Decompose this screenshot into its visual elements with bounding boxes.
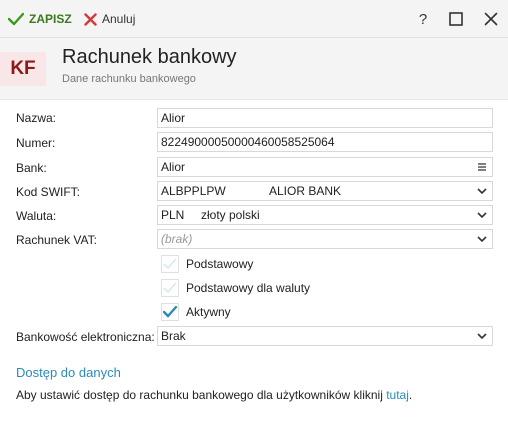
- checkbox-box[interactable]: [161, 255, 179, 273]
- checkmark-icon: [163, 306, 177, 318]
- name-value: Alior: [161, 111, 186, 125]
- list-menu-icon[interactable]: [477, 162, 487, 172]
- close-window-button[interactable]: [481, 9, 501, 29]
- bank-label: Bank:: [16, 161, 47, 175]
- swift-code-value: ALBPPLPW: [161, 184, 226, 198]
- number-label: Numer:: [16, 136, 56, 150]
- page-subtitle: Dane rachunku bankowego: [62, 73, 196, 85]
- currency-code-value: PLN: [161, 208, 185, 222]
- module-badge: KF: [0, 52, 46, 86]
- vat-account-label: Rachunek VAT:: [16, 233, 97, 247]
- page-header: KF Rachunek bankowy Dane rachunku bankow…: [0, 38, 508, 100]
- name-input[interactable]: Alior: [157, 108, 493, 128]
- help-button[interactable]: ?: [413, 9, 433, 29]
- toolbar: ZAPISZ Anuluj ?: [0, 0, 508, 38]
- bank-value: Alior: [161, 160, 186, 174]
- save-button[interactable]: ZAPISZ: [8, 9, 72, 29]
- data-access-description: Aby ustawić dostęp do rachunku bankowego…: [16, 388, 387, 402]
- checkbox-box[interactable]: [161, 303, 179, 321]
- vat-account-placeholder: (brak): [161, 232, 193, 246]
- page-title: Rachunek bankowy: [62, 46, 237, 68]
- bank-input[interactable]: Alior: [157, 157, 493, 177]
- close-icon: [484, 12, 498, 26]
- maximize-button[interactable]: [446, 9, 466, 29]
- data-access-text: Aby ustawić dostęp do rachunku bankowego…: [16, 388, 412, 402]
- checkmark-icon: [8, 12, 24, 26]
- ebanking-select[interactable]: Brak: [157, 326, 493, 346]
- swift-bank-value: ALIOR BANK: [269, 184, 342, 198]
- help-label: ?: [418, 10, 428, 28]
- checkbox-primary[interactable]: Podstawowy: [161, 255, 253, 273]
- checkmark-icon: [163, 282, 177, 294]
- close-x-icon: [84, 12, 97, 26]
- vat-account-select[interactable]: (brak): [157, 229, 493, 249]
- checkmark-icon: [163, 258, 177, 270]
- data-access-link[interactable]: tutaj: [386, 388, 409, 402]
- name-label: Nazwa:: [16, 111, 57, 125]
- ebanking-value: Brak: [161, 329, 186, 343]
- currency-name-value: złoty polski: [201, 208, 260, 222]
- checkbox-box[interactable]: [161, 279, 179, 297]
- checkbox-primary-for-currency[interactable]: Podstawowy dla waluty: [161, 279, 310, 297]
- checkbox-label: Aktywny: [186, 305, 231, 319]
- checkbox-label: Podstawowy dla waluty: [186, 281, 311, 295]
- checkbox-label: Podstawowy: [186, 257, 254, 271]
- data-access-heading[interactable]: Dostęp do danych: [16, 365, 121, 380]
- currency-select[interactable]: PLN złoty polski: [157, 205, 493, 225]
- chevron-down-icon: [477, 333, 487, 340]
- ebanking-label: Bankowość elektroniczna:: [16, 330, 155, 344]
- chevron-down-icon: [477, 188, 487, 195]
- maximize-icon: [449, 12, 463, 26]
- cancel-label: Anuluj: [102, 12, 136, 26]
- chevron-down-icon: [477, 212, 487, 219]
- data-access-suffix: .: [408, 388, 413, 402]
- number-value: 82249000050000460058525064: [161, 135, 335, 149]
- swift-select[interactable]: ALBPPLPW ALIOR BANK: [157, 181, 493, 201]
- chevron-down-icon: [477, 236, 487, 243]
- number-input[interactable]: 82249000050000460058525064: [157, 132, 493, 152]
- cancel-button[interactable]: Anuluj: [84, 9, 135, 29]
- currency-label: Waluta:: [16, 209, 57, 223]
- save-label: ZAPISZ: [29, 12, 72, 26]
- swift-label: Kod SWIFT:: [16, 185, 81, 199]
- checkbox-active[interactable]: Aktywny: [161, 303, 231, 321]
